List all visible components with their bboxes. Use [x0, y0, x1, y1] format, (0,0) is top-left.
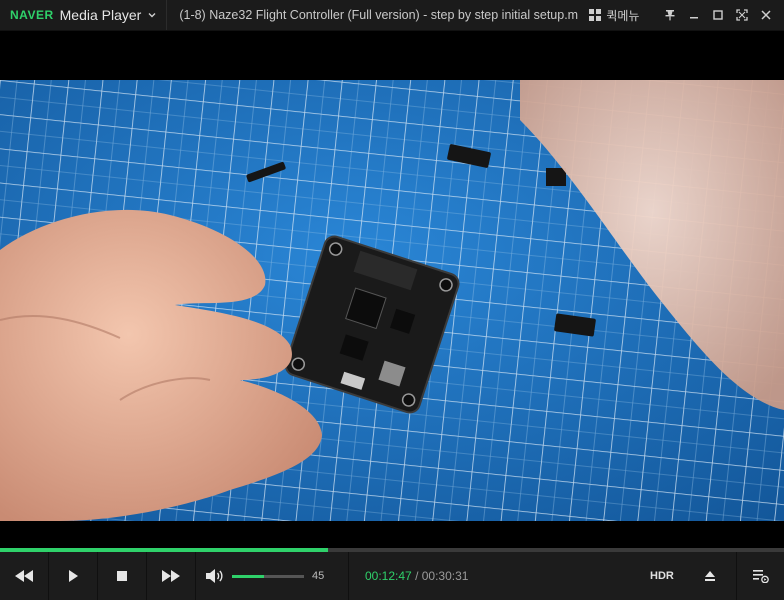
stop-icon [117, 571, 127, 581]
quick-menu-button[interactable]: 퀵메뉴 [589, 7, 639, 24]
media-title: (1-8) Naze32 Flight Controller (Full ver… [179, 8, 580, 22]
video-frame [0, 80, 784, 521]
chevron-down-icon [148, 13, 156, 18]
quick-menu-label: 퀵메뉴 [606, 8, 640, 23]
play-button[interactable] [49, 552, 98, 600]
minimize-icon [690, 17, 698, 19]
naver-logo: NAVER [10, 8, 54, 22]
app-menu-button[interactable]: NAVER Media Player [0, 0, 158, 30]
total-time: / 00:30:31 [415, 569, 469, 583]
divider [166, 0, 168, 30]
volume-slider-fill [232, 574, 265, 578]
close-icon [761, 10, 771, 20]
fast-forward-button[interactable] [147, 552, 196, 600]
eject-icon [705, 571, 715, 581]
time-display: 00:12:47 / 00:30:31 [365, 569, 468, 583]
rewind-button[interactable] [0, 552, 49, 600]
volume-slider[interactable] [232, 574, 304, 578]
app-name: Media Player [59, 7, 142, 23]
eject-button[interactable] [698, 552, 722, 600]
fast-forward-icon [162, 570, 180, 582]
rewind-icon [15, 570, 33, 582]
grid-icon [589, 9, 602, 21]
play-icon [69, 570, 78, 582]
title-bar: NAVER Media Player (1-8) Naze32 Flight C… [0, 0, 784, 31]
hdr-button[interactable]: HDR [650, 552, 674, 600]
maximize-button[interactable] [706, 0, 730, 30]
video-viewport[interactable] [0, 31, 784, 548]
close-button[interactable] [754, 0, 778, 30]
minimize-button[interactable] [682, 0, 706, 30]
pin-button[interactable] [658, 0, 682, 30]
playback-controls: 45 00:12:47 / 00:30:31 HDR [0, 552, 784, 600]
playlist-icon [753, 570, 769, 583]
maximize-icon [713, 10, 723, 20]
speaker-icon[interactable] [206, 569, 224, 583]
volume-control: 45 [196, 552, 349, 600]
pin-icon [665, 10, 675, 21]
current-time: 00:12:47 [365, 569, 412, 583]
stop-button[interactable] [98, 552, 147, 600]
fullscreen-icon [736, 9, 748, 21]
fullscreen-button[interactable] [730, 0, 754, 30]
playlist-button[interactable] [736, 552, 784, 600]
volume-value: 45 [312, 570, 325, 582]
